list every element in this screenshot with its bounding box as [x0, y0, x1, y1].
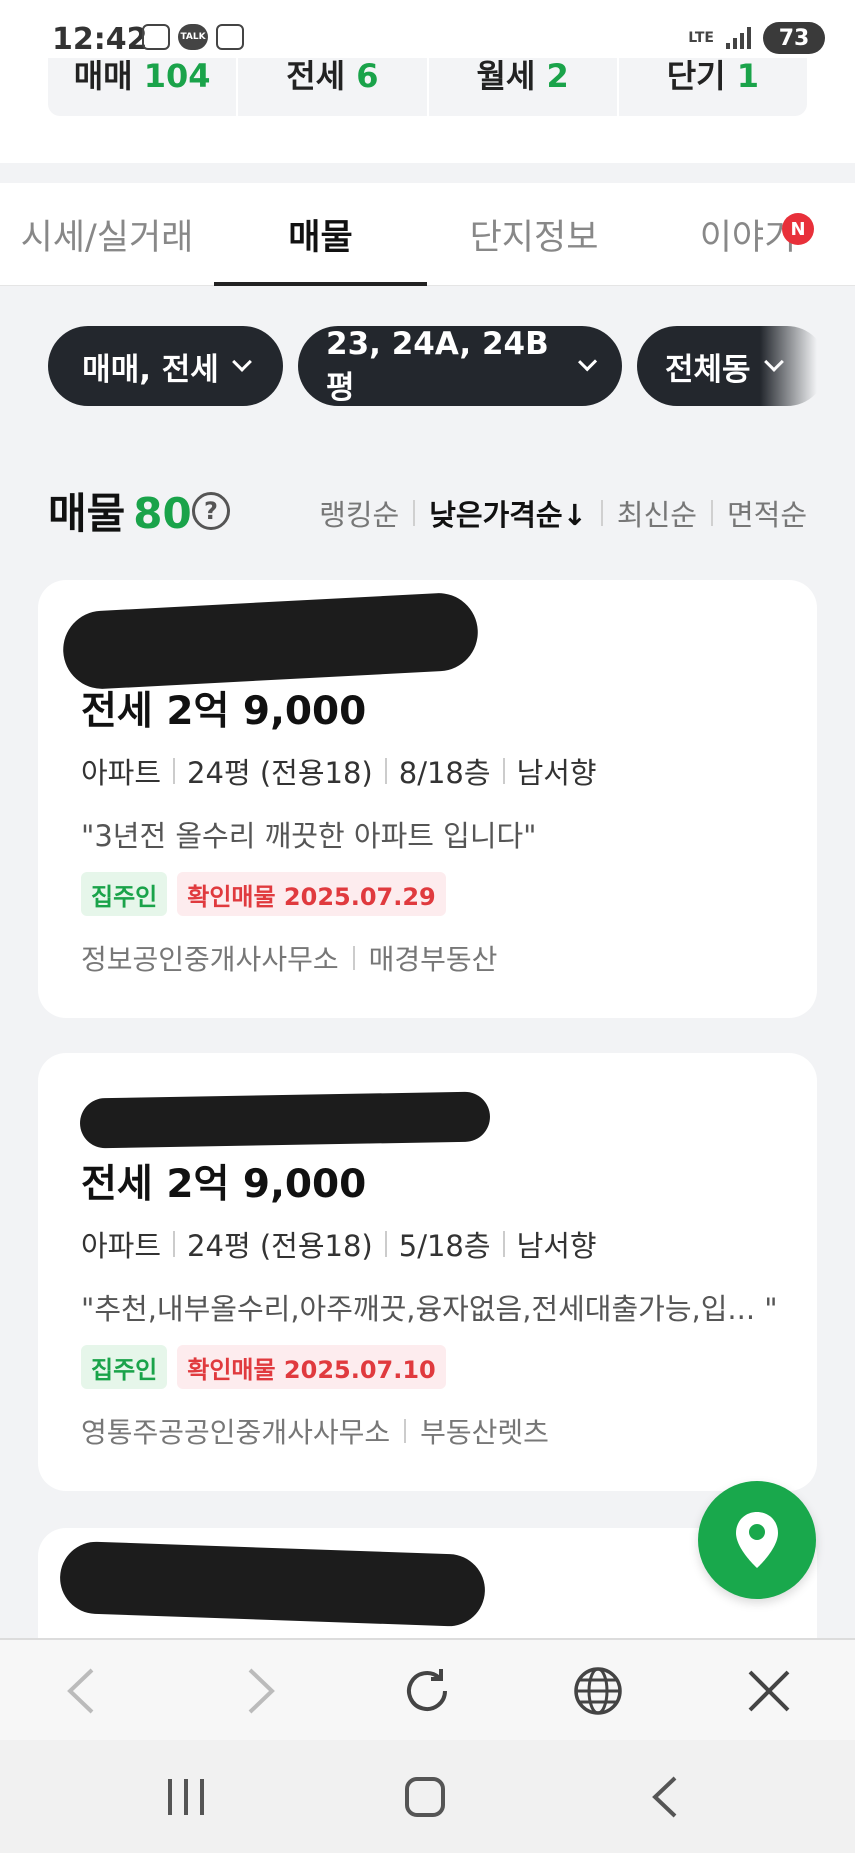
listing-tags: 집주인 확인매물 2025.07.29 [81, 872, 446, 916]
divider [710, 500, 713, 526]
tab-bar: 시세/실거래 매물 단지정보 이야기 N [0, 183, 855, 286]
listing-price: 전세 2억 9,000 [81, 1162, 367, 1207]
help-icon[interactable]: ? [192, 492, 230, 530]
listing-description: "추천,내부올수리,아주깨끗,융자없음,전세대출가능,입... " [81, 1292, 778, 1326]
listing-agency: 정보공인중개사사무소 매경부동산 [81, 943, 498, 976]
battery-icon: 73 [763, 22, 825, 54]
forward-arrow-icon[interactable] [210, 1640, 310, 1742]
listing-card[interactable]: 전세 2억 9,000 아파트 24평 (전용18) 5/18층 남서향 "추천… [38, 1053, 817, 1491]
signal-icon [726, 27, 751, 49]
close-icon[interactable] [719, 1640, 819, 1742]
listing-title: 매물 80 [48, 489, 192, 538]
tab-stories[interactable]: 이야기 [641, 183, 855, 286]
listing-meta: 아파트 24평 (전용18) 5/18층 남서향 [81, 1229, 597, 1263]
divider [413, 500, 416, 526]
filter-bar: 매매, 전세 23, 24A, 24B평 전체동 [0, 286, 855, 410]
listing-meta: 아파트 24평 (전용18) 8/18층 남서향 [81, 756, 597, 790]
home-icon[interactable] [375, 1740, 475, 1853]
divider [600, 500, 603, 526]
tab-price-history[interactable]: 시세/실거래 [0, 183, 214, 286]
status-time: 12:42 [52, 22, 148, 57]
sort-options: 랭킹순 낮은가격순↓ 최신순 면적순 [319, 492, 807, 534]
owner-tag: 집주인 [81, 1345, 168, 1389]
map-pin-icon [736, 1512, 778, 1568]
notification-icons: TALK [142, 24, 244, 50]
verified-tag: 확인매물 2025.07.10 [177, 1345, 446, 1389]
sort-low-price[interactable]: 낮은가격순↓ [429, 492, 587, 534]
browser-toolbar [0, 1638, 855, 1740]
network-indicator: LTE [688, 30, 714, 46]
new-badge: N [782, 213, 814, 245]
chevron-down-icon [577, 352, 597, 372]
tab-complex-info[interactable]: 단지정보 [427, 183, 641, 286]
status-bar: 12:42 TALK LTE 73 [0, 0, 855, 70]
scroll-fade [760, 326, 855, 406]
recent-apps-icon[interactable] [136, 1740, 236, 1853]
status-right: LTE 73 [688, 22, 825, 54]
listing-card[interactable]: 전세 2억 9,000 아파트 24평 (전용18) 8/18층 남서향 "3년… [38, 580, 817, 1018]
map-button[interactable] [698, 1481, 816, 1599]
sort-area[interactable]: 면적순 [727, 492, 807, 534]
redacted-complex-name [58, 1540, 487, 1628]
redacted-complex-name [79, 1091, 491, 1149]
listing-agency: 영통주공공인중개사사무소 부동산렛츠 [81, 1416, 549, 1449]
news-icon [216, 24, 244, 50]
refresh-icon[interactable] [377, 1640, 477, 1742]
sort-ranking[interactable]: 랭킹순 [319, 492, 399, 534]
system-navigation [0, 1740, 855, 1853]
verified-tag: 확인매물 2025.07.29 [177, 872, 446, 916]
sort-latest[interactable]: 최신순 [617, 492, 697, 534]
tab-listings[interactable]: 매물 [214, 183, 427, 286]
listing-tags: 집주인 확인매물 2025.07.10 [81, 1345, 446, 1389]
listing-price: 전세 2억 9,000 [81, 689, 367, 734]
chevron-down-icon [231, 352, 252, 372]
screenshot-icon [142, 24, 170, 50]
back-icon[interactable] [614, 1740, 714, 1853]
redacted-complex-name [61, 591, 480, 691]
filter-trade-type[interactable]: 매매, 전세 [48, 326, 283, 406]
kakaotalk-icon: TALK [178, 24, 208, 50]
globe-icon[interactable] [548, 1640, 648, 1742]
listing-description: "3년전 올수리 깨끗한 아파트 입니다" [81, 819, 537, 853]
owner-tag: 집주인 [81, 872, 168, 916]
back-arrow-icon[interactable] [32, 1640, 132, 1742]
filter-area[interactable]: 23, 24A, 24B평 [298, 326, 622, 406]
listing-header: 매물 80 ? 랭킹순 낮은가격순↓ 최신순 면적순 [0, 470, 855, 550]
